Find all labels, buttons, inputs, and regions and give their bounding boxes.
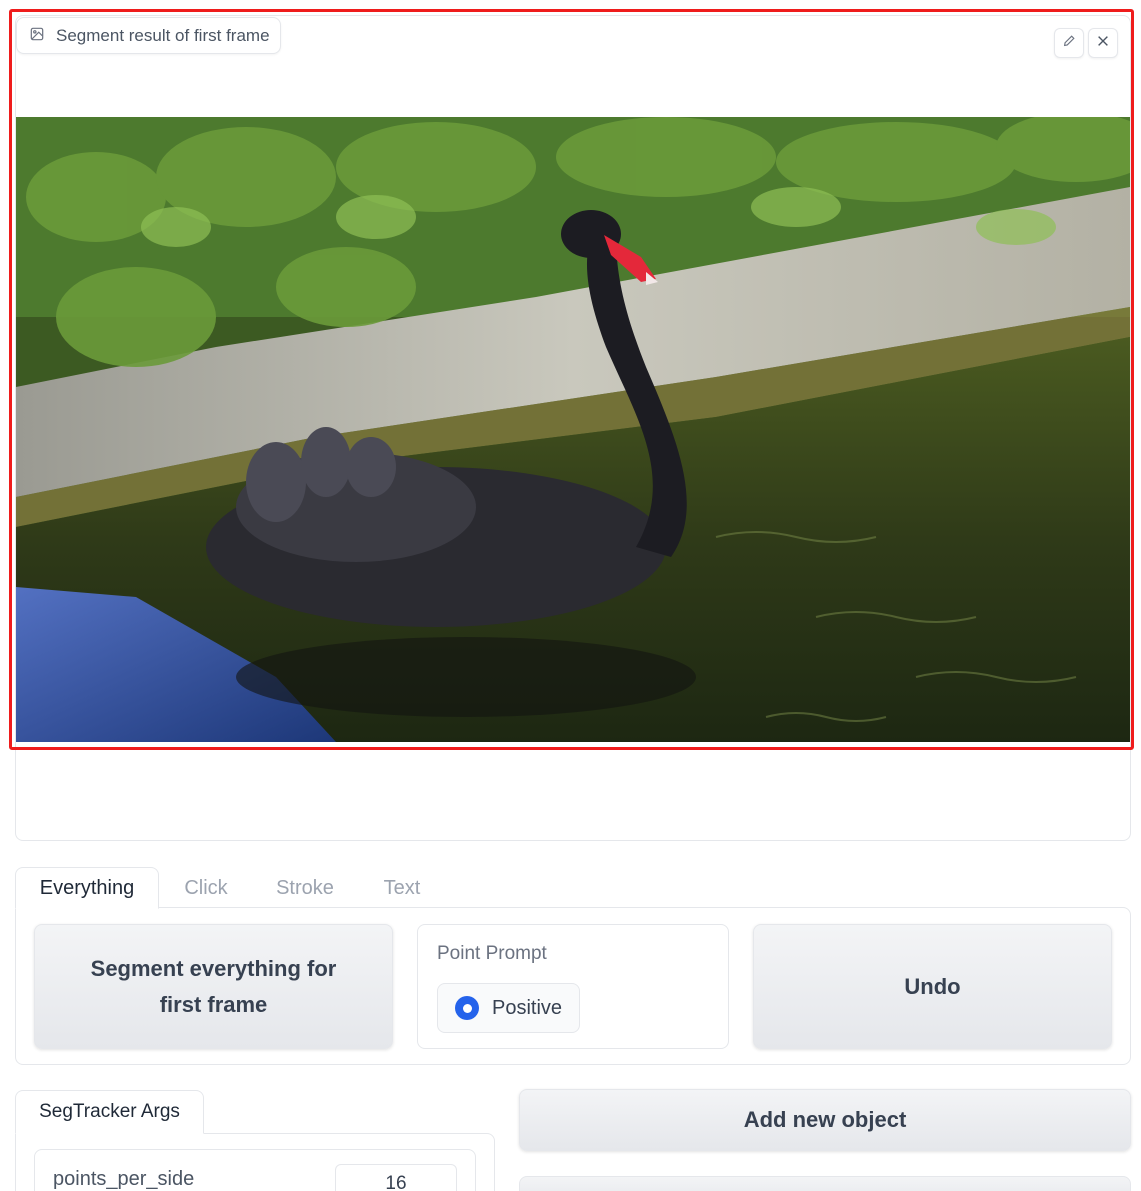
next-action-button[interactable] <box>519 1176 1131 1191</box>
points-per-side-label: points_per_side <box>53 1168 195 1190</box>
point-prompt-title: Point Prompt <box>437 943 547 964</box>
tab-stroke[interactable]: Stroke <box>262 867 348 909</box>
image-label-text: Segment result of first frame <box>56 25 270 45</box>
points-per-side-input[interactable]: 16 <box>335 1164 457 1191</box>
undo-button[interactable]: Undo <box>753 924 1112 1049</box>
image-icon <box>30 26 44 46</box>
tab-text[interactable]: Text <box>366 867 438 909</box>
radio-positive-label: Positive <box>492 996 563 1019</box>
close-icon <box>1096 34 1110 53</box>
radio-positive[interactable]: Positive <box>437 983 580 1033</box>
tab-click[interactable]: Click <box>168 867 244 909</box>
radio-selected-icon <box>455 996 479 1020</box>
pencil-icon <box>1062 34 1076 53</box>
point-prompt-group: Point Prompt Positive <box>417 924 729 1049</box>
tab-everything[interactable]: Everything <box>15 867 159 909</box>
segment-everything-button[interactable]: Segment everything for first frame <box>34 924 393 1049</box>
edit-button[interactable] <box>1054 28 1084 58</box>
close-button[interactable] <box>1088 28 1118 58</box>
tab-segtracker-args[interactable]: SegTracker Args <box>15 1090 204 1134</box>
image-label: Segment result of first frame <box>16 17 281 54</box>
add-new-object-button[interactable]: Add new object <box>519 1089 1131 1151</box>
black-swan-photo[interactable] <box>16 117 1130 742</box>
